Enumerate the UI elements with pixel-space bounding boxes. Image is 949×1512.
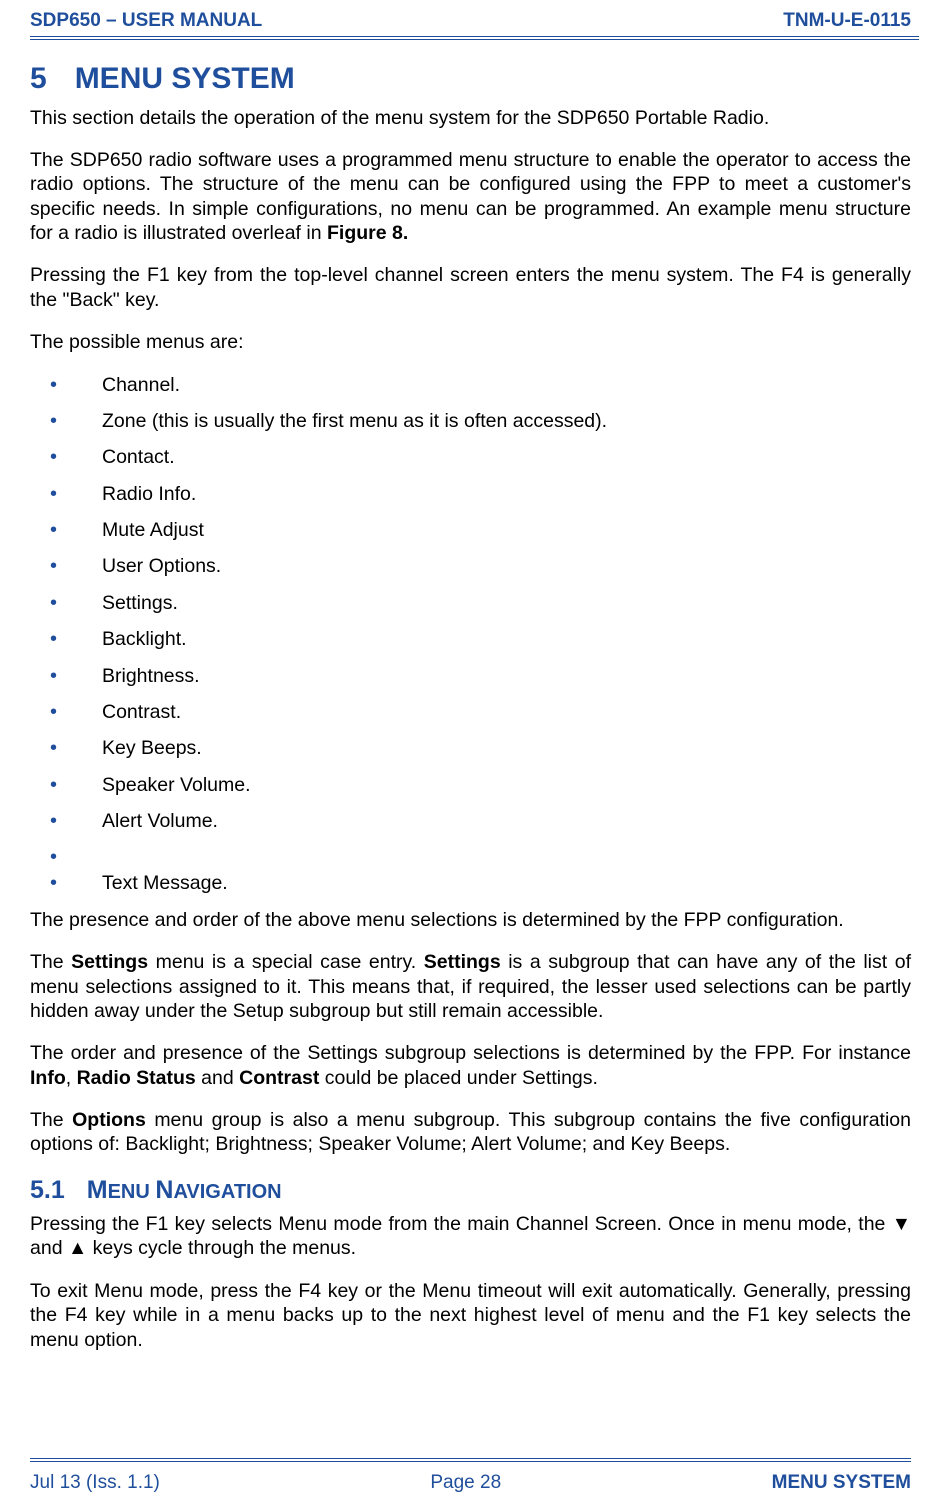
list-item: Brightness. [30,664,911,688]
para-5-1-2: To exit Menu mode, press the F4 key or t… [30,1279,911,1352]
list-item-label: Brightness. [102,665,200,687]
list-item: Speaker Volume. [30,773,911,797]
header-right: TNM-U-E-0115 [783,10,911,32]
list-item-label: Zone (this is usually the first menu as … [102,410,607,432]
list-item-label: User Options. [102,555,221,577]
list-item: Radio Info. [30,482,911,506]
para-4: The possible menus are: [30,330,911,354]
para-6d-bold: Settings [424,951,501,973]
para-8a: The [30,1109,72,1131]
title-sc2: AVIGATION [173,1181,281,1203]
heading-5-1-title: MENU NAVIGATION [87,1176,282,1204]
para-7d-bold: Radio Status [77,1067,196,1089]
list-item: Key Beeps. [30,736,911,760]
list-item: Contact. [30,445,911,469]
para-6c: menu is a special case entry. [148,951,424,973]
title-cap2: N [155,1176,173,1204]
heading-5: 5 MENU SYSTEM [30,60,911,98]
content: 5 MENU SYSTEM This section details the op… [0,44,949,1458]
list-item [30,845,911,859]
header-left: SDP650 – USER MANUAL [30,10,262,32]
footer-right: MENU SYSTEM [772,1472,911,1494]
title-cap: M [87,1176,108,1204]
list-item: User Options. [30,554,911,578]
list-item: Backlight. [30,627,911,651]
para-5-1-1: Pressing the F1 key selects Menu mode fr… [30,1212,911,1261]
list-item: Channel. [30,373,911,397]
para-7a: The order and presence of the Settings s… [30,1042,911,1064]
para-7b-bold: Info [30,1067,66,1089]
list-item-label: Alert Volume. [102,810,218,832]
heading-5-num: 5 [30,60,47,98]
heading-5-1: 5.1 MENU NAVIGATION [30,1175,911,1206]
para-6b-bold: Settings [71,951,148,973]
list-item-label: Channel. [102,374,180,396]
list-item: Mute Adjust [30,518,911,542]
footer-left: Jul 13 (Iss. 1.1) [30,1472,160,1494]
menu-list: Channel. Zone (this is usually the first… [30,373,911,896]
para-2b-bold: Figure 8. [327,222,408,244]
list-item-label: Speaker Volume. [102,774,251,796]
list-item: Settings. [30,591,911,615]
list-item: Zone (this is usually the first menu as … [30,409,911,433]
list-item: Text Message. [30,871,911,895]
para-7f-bold: Contrast [239,1067,319,1089]
para-6a: The [30,951,71,973]
list-item: Contrast. [30,700,911,724]
para-8: The Options menu group is also a menu su… [30,1108,911,1157]
heading-5-1-num: 5.1 [30,1175,65,1206]
list-item-label: Key Beeps. [102,737,202,759]
list-item-label: Mute Adjust [102,519,204,541]
para-7g: could be placed under Settings. [319,1067,598,1089]
list-item-label: Radio Info. [102,483,196,505]
footer-rule [30,1458,911,1466]
para-8b-bold: Options [72,1109,146,1131]
para-7e: and [196,1067,239,1089]
heading-5-title: MENU SYSTEM [75,62,295,95]
para-2: The SDP650 radio software uses a program… [30,148,911,246]
para-6: The Settings menu is a special case entr… [30,950,911,1023]
title-sc: ENU [108,1181,156,1203]
header-rule [30,36,919,44]
footer-row: Jul 13 (Iss. 1.1) Page 28 MENU SYSTEM [30,1472,911,1494]
para-5: The presence and order of the above menu… [30,908,911,932]
footer-center: Page 28 [160,1472,772,1494]
list-item-label: Text Message. [102,872,228,894]
list-item: Alert Volume. [30,809,911,833]
list-item-label: Settings. [102,592,178,614]
para-intro: This section details the operation of th… [30,106,911,130]
para-3: Pressing the F1 key from the top-level c… [30,263,911,312]
list-item-label: Backlight. [102,628,187,650]
para-7: The order and presence of the Settings s… [30,1041,911,1090]
list-item-label: Contrast. [102,701,181,723]
list-item-label: Contact. [102,446,175,468]
page-header: SDP650 – USER MANUAL TNM-U-E-0115 [0,0,949,36]
page: SDP650 – USER MANUAL TNM-U-E-0115 5 MENU … [0,0,949,1512]
para-7c: , [66,1067,77,1089]
para-2a: The SDP650 radio software uses a program… [30,149,911,244]
para-8c: menu group is also a menu subgroup. This… [30,1109,911,1155]
page-footer: Jul 13 (Iss. 1.1) Page 28 MENU SYSTEM [0,1458,949,1512]
